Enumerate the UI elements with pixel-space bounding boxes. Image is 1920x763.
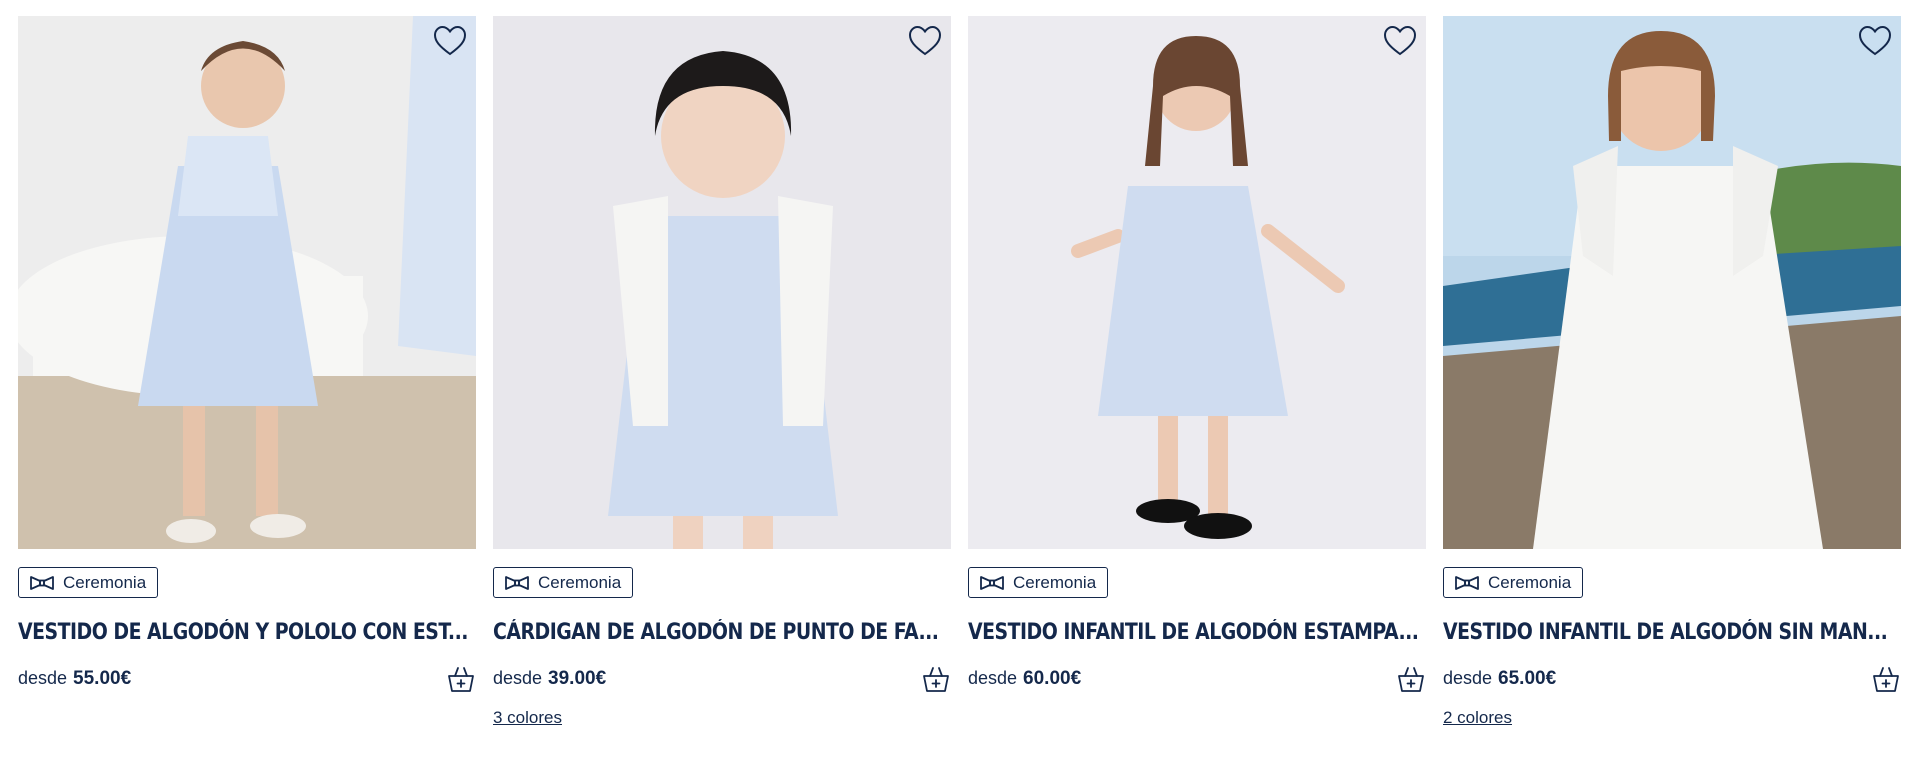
price-amount: 60.00€: [1023, 668, 1082, 689]
category-badge: Ceremonia: [18, 567, 159, 598]
product-image[interactable]: [1443, 16, 1901, 549]
product-price: desde 55.00€: [18, 668, 131, 690]
product-card[interactable]: Ceremonia CÁRDIGAN DE ALGODÓN DE PUNTO D…: [493, 16, 951, 728]
product-image[interactable]: [18, 16, 476, 549]
product-title[interactable]: VESTIDO DE ALGODÓN Y POLOLO CON EST...: [18, 619, 468, 647]
shopping-basket-add-icon[interactable]: [1871, 664, 1901, 694]
badge-label: Ceremonia: [1488, 572, 1572, 592]
badge-label: Ceremonia: [63, 572, 147, 592]
bow-tie-icon: [1455, 575, 1479, 590]
price-prefix: desde: [493, 668, 543, 688]
product-card[interactable]: Ceremonia VESTIDO INFANTIL DE ALGODÓN SI…: [1443, 16, 1901, 728]
product-price: desde 60.00€: [968, 668, 1081, 690]
price-row: desde 60.00€: [968, 664, 1426, 694]
heart-outline-icon[interactable]: [432, 23, 468, 59]
product-photo: [968, 16, 1426, 549]
price-prefix: desde: [1443, 668, 1493, 688]
category-badge: Ceremonia: [1443, 567, 1584, 598]
bow-tie-icon: [505, 575, 529, 590]
product-photo: [1443, 16, 1901, 549]
price-amount: 65.00€: [1498, 668, 1557, 689]
price-row: desde 55.00€: [18, 664, 476, 694]
product-photo: [493, 16, 951, 549]
product-card[interactable]: Ceremonia VESTIDO DE ALGODÓN Y POLOLO CO…: [18, 16, 476, 728]
product-photo: [18, 16, 476, 549]
price-row: desde 39.00€: [493, 664, 951, 694]
shopping-basket-add-icon[interactable]: [1396, 664, 1426, 694]
bow-tie-icon: [980, 575, 1004, 590]
price-prefix: desde: [18, 668, 68, 688]
product-image[interactable]: [968, 16, 1426, 549]
heart-outline-icon[interactable]: [1382, 23, 1418, 59]
product-price: desde 65.00€: [1443, 668, 1556, 690]
heart-outline-icon[interactable]: [907, 23, 943, 59]
bow-tie-icon: [30, 575, 54, 590]
product-image[interactable]: [493, 16, 951, 549]
price-amount: 39.00€: [548, 668, 607, 689]
category-badge: Ceremonia: [968, 567, 1109, 598]
price-amount: 55.00€: [73, 668, 132, 689]
price-prefix: desde: [968, 668, 1018, 688]
badge-label: Ceremonia: [1013, 572, 1097, 592]
product-grid: Ceremonia VESTIDO DE ALGODÓN Y POLOLO CO…: [18, 16, 1901, 728]
heart-outline-icon[interactable]: [1857, 23, 1893, 59]
product-title[interactable]: CÁRDIGAN DE ALGODÓN DE PUNTO DE FA...: [493, 619, 939, 647]
badge-label: Ceremonia: [538, 572, 622, 592]
product-title[interactable]: VESTIDO INFANTIL DE ALGODÓN ESTAMPA...: [968, 619, 1419, 647]
category-badge: Ceremonia: [493, 567, 634, 598]
product-title[interactable]: VESTIDO INFANTIL DE ALGODÓN SIN MAN...: [1443, 619, 1888, 647]
color-options-link[interactable]: 3 colores: [493, 708, 562, 728]
shopping-basket-add-icon[interactable]: [446, 664, 476, 694]
shopping-basket-add-icon[interactable]: [921, 664, 951, 694]
product-card[interactable]: Ceremonia VESTIDO INFANTIL DE ALGODÓN ES…: [968, 16, 1426, 728]
color-options-link[interactable]: 2 colores: [1443, 708, 1512, 728]
price-row: desde 65.00€: [1443, 664, 1901, 694]
product-price: desde 39.00€: [493, 668, 606, 690]
